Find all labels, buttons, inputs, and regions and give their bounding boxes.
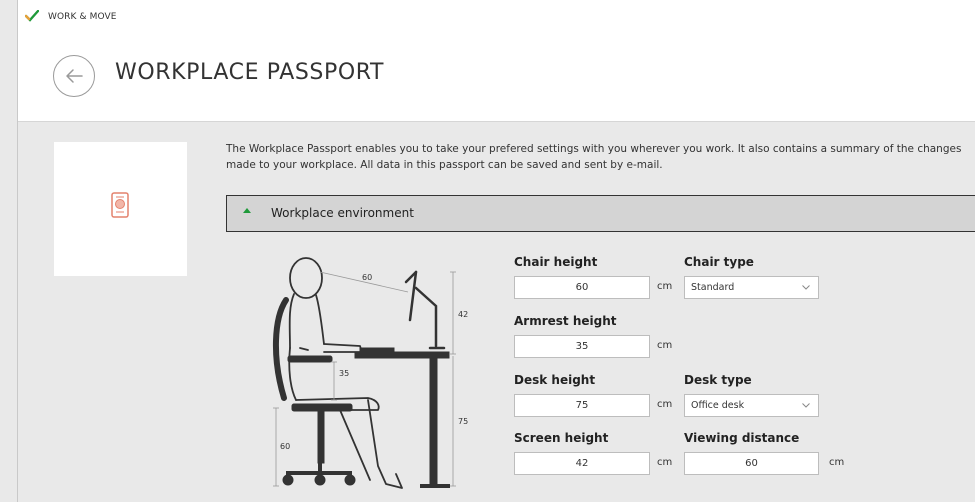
desk-illustration <box>354 347 450 488</box>
chair-type-value: Standard <box>691 282 735 293</box>
chair-height-input[interactable]: 60 <box>514 276 650 299</box>
viewing-distance-unit: cm <box>829 457 845 468</box>
desk-height-unit: cm <box>657 399 673 410</box>
viewing-distance-input[interactable]: 60 <box>684 452 819 475</box>
desk-type-label: Desk type <box>684 373 752 387</box>
app-name: WORK & MOVE <box>48 12 117 22</box>
viewing-distance-label: Viewing distance <box>684 431 800 445</box>
section-label: Workplace environment <box>271 206 414 220</box>
chevron-down-icon <box>802 403 810 408</box>
app-logo-icon <box>25 10 39 22</box>
measure-chair-height: 60 <box>280 442 290 451</box>
ergonomic-figure: 60 42 35 75 60 <box>272 257 468 489</box>
intro-text: The Workplace Passport enables you to ta… <box>226 143 962 171</box>
measure-viewing-distance: 60 <box>362 273 372 282</box>
measure-lines <box>273 271 456 487</box>
chair-height-label: Chair height <box>514 255 598 269</box>
monitor-illustration <box>404 270 446 350</box>
passport-icon <box>111 192 129 218</box>
caret-up-icon <box>243 208 251 213</box>
page-title: WORKPLACE PASSPORT <box>115 60 385 85</box>
desk-height-label: Desk height <box>514 373 596 387</box>
back-button[interactable] <box>53 55 95 97</box>
armrest-height-unit: cm <box>657 340 673 351</box>
screen-height-label: Screen height <box>514 431 609 445</box>
desk-height-input[interactable]: 75 <box>514 394 650 417</box>
screen-height-unit: cm <box>657 457 673 468</box>
measure-screen-height: 42 <box>458 310 468 319</box>
armrest-height-input[interactable]: 35 <box>514 335 650 358</box>
chevron-down-icon <box>802 285 810 290</box>
section-workplace-environment[interactable]: Workplace environment <box>226 195 975 232</box>
header-bar: WORK & MOVE WORKPLACE PASSPORT <box>18 0 975 122</box>
screen-height-input[interactable]: 42 <box>514 452 650 475</box>
desk-type-select[interactable]: Office desk <box>684 394 819 417</box>
chair-height-unit: cm <box>657 281 673 292</box>
measure-armrest-height: 35 <box>339 369 349 378</box>
chair-type-label: Chair type <box>684 255 754 269</box>
desk-type-value: Office desk <box>691 400 745 411</box>
chair-type-select[interactable]: Standard <box>684 276 819 299</box>
arrow-left-icon <box>66 69 83 83</box>
chair-illustration <box>272 297 356 486</box>
armrest-height-label: Armrest height <box>514 314 617 328</box>
passport-card <box>54 142 187 276</box>
measure-desk-height: 75 <box>458 417 468 426</box>
